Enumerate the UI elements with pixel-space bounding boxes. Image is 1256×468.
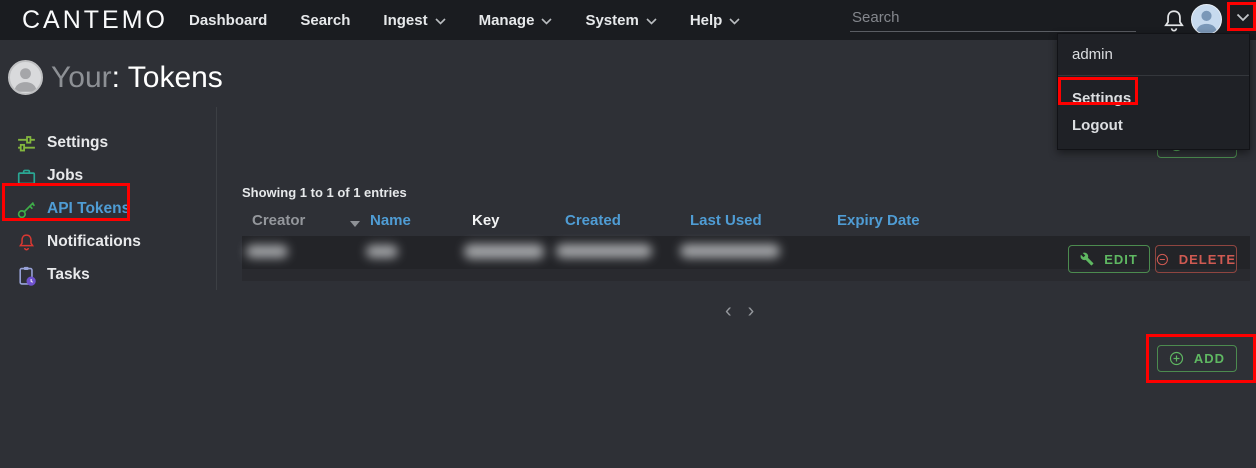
column-header-key[interactable]: Key	[472, 212, 500, 229]
table-header-row: Creator Name Key Created Last Used Expir…	[0, 212, 1256, 234]
nav-search[interactable]: Search	[300, 12, 350, 29]
clipboard-clock-icon	[16, 265, 37, 286]
sidebar-item-tasks[interactable]: Tasks	[16, 262, 90, 288]
plus-circle-icon	[1169, 351, 1184, 366]
nav-system[interactable]: System	[585, 12, 656, 29]
sliders-icon	[16, 133, 37, 154]
column-header-last-used[interactable]: Last Used	[690, 212, 762, 229]
navbar-search	[850, 6, 1136, 32]
wrench-icon	[1080, 252, 1094, 266]
redacted-created-value	[556, 244, 652, 258]
column-header-created[interactable]: Created	[565, 212, 621, 229]
page-title-rest: : Tokens	[112, 61, 223, 94]
redacted-name-value	[366, 245, 398, 258]
nav-help[interactable]: Help	[690, 12, 741, 29]
search-input[interactable]	[850, 6, 1136, 32]
user-avatar-icon	[8, 60, 43, 95]
minus-circle-icon	[1156, 252, 1169, 267]
redacted-creator-value	[246, 245, 288, 258]
dropdown-username: admin	[1058, 41, 1249, 68]
redacted-key-value	[464, 244, 544, 259]
sidebar-item-settings[interactable]: Settings	[16, 130, 108, 156]
column-header-name[interactable]: Name	[370, 212, 411, 229]
column-header-expiry-date[interactable]: Expiry Date	[837, 212, 920, 229]
delete-token-button[interactable]: DELETE	[1155, 245, 1237, 273]
dropdown-divider	[1058, 75, 1249, 76]
briefcase-icon	[16, 166, 37, 187]
chevron-down-icon	[435, 18, 446, 25]
sidebar-item-jobs[interactable]: Jobs	[16, 163, 83, 189]
pagination: ‹ ›	[722, 300, 757, 322]
sidebar-content-divider	[216, 107, 217, 290]
chevron-down-icon	[729, 18, 740, 25]
nav-manage[interactable]: Manage	[479, 12, 553, 29]
chevron-down-icon	[646, 18, 657, 25]
redacted-last-used-value	[680, 244, 780, 258]
page-header: Your: Tokens	[8, 60, 223, 95]
add-token-button-bottom[interactable]: ADD	[1157, 345, 1237, 372]
nav-ingest[interactable]: Ingest	[383, 12, 445, 29]
nav-dashboard[interactable]: Dashboard	[189, 12, 267, 29]
main-nav: Dashboard Search Ingest Manage System	[189, 0, 740, 40]
edit-token-button[interactable]: EDIT	[1068, 245, 1150, 273]
cantemo-app: CANTEMO Dashboard Search Ingest Manage	[0, 0, 1256, 468]
chevron-down-icon	[541, 18, 552, 25]
column-header-creator[interactable]: Creator	[252, 212, 305, 229]
dropdown-settings[interactable]: Settings	[1058, 85, 1249, 112]
notifications-bell-icon[interactable]	[1160, 7, 1188, 35]
pagination-next-icon[interactable]: ›	[745, 300, 758, 322]
page-title-prefix: Your	[51, 61, 112, 94]
sort-caret-icon[interactable]	[350, 221, 360, 227]
bell-icon	[16, 232, 37, 253]
user-dropdown-menu: admin Settings Logout	[1057, 33, 1250, 150]
page-title: Your: Tokens	[51, 61, 223, 95]
pagination-prev-icon[interactable]: ‹	[722, 300, 735, 322]
user-menu-caret-icon[interactable]	[1233, 8, 1253, 26]
table-summary: Showing 1 to 1 of 1 entries	[242, 185, 407, 200]
cantemo-logo[interactable]: CANTEMO	[22, 6, 168, 35]
dropdown-logout[interactable]: Logout	[1058, 112, 1249, 139]
user-avatar[interactable]	[1191, 4, 1222, 35]
